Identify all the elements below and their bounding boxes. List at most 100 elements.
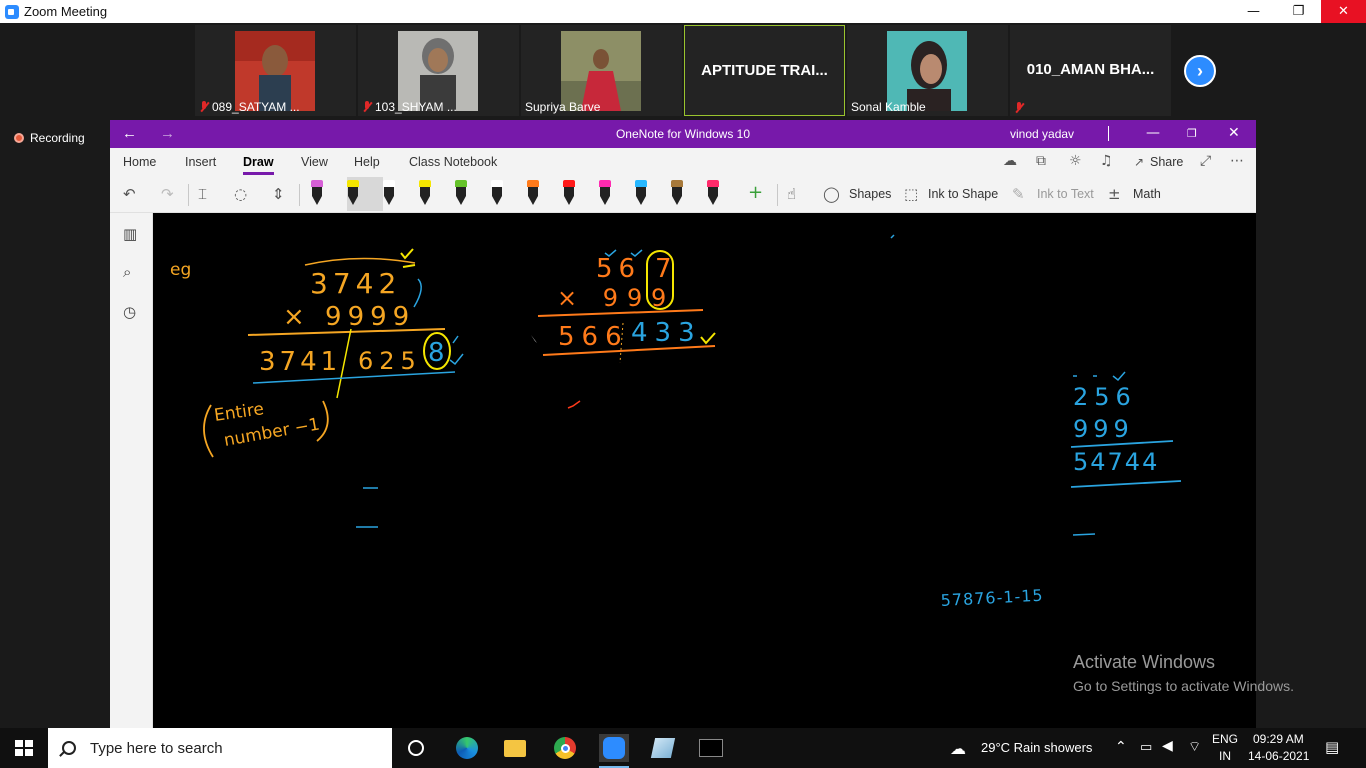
redo-icon[interactable]: ↷ — [161, 185, 174, 203]
search-icon[interactable]: ⌕ — [123, 263, 131, 281]
participant-name: Sonal Kamble — [851, 100, 926, 114]
draw-toolbar: ↶ ↷ ⌶ ◌ ⇕ + ☝ ◯ Shapes ⬚ Ink to Shape ✎ … — [110, 176, 1256, 213]
battery-icon[interactable]: ▭ — [1140, 740, 1152, 768]
recording-indicator[interactable]: Recording — [14, 131, 85, 145]
sync-icon[interactable]: ☁ — [1003, 153, 1017, 169]
windows-start-icon[interactable] — [15, 740, 33, 756]
pen-11[interactable] — [669, 180, 685, 208]
tab-class-notebook[interactable]: Class Notebook — [409, 155, 497, 169]
participant-name: Supriya Barve — [525, 100, 601, 114]
terminal-icon[interactable] — [697, 734, 725, 762]
search-placeholder: Type here to search — [90, 739, 223, 757]
ink-stroke — [567, 400, 581, 409]
shapes-button[interactable]: Shapes — [849, 187, 891, 201]
ink-text: × 9999 — [283, 302, 415, 332]
math-icon[interactable]: ± — [1108, 185, 1121, 203]
ink-text: 3741 — [259, 347, 341, 377]
add-pen-icon[interactable]: + — [748, 182, 763, 203]
tab-home[interactable]: Home — [123, 155, 156, 169]
task-view-icon[interactable] — [402, 734, 430, 762]
ribbon-tabs: Home Insert Draw View Help Class Noteboo… — [110, 148, 1256, 176]
onenote-minimize-button[interactable]: — — [1146, 125, 1160, 141]
ink-to-text-icon[interactable]: ✎ — [1012, 185, 1025, 203]
desktop: Zoom Meeting — ❐ ✕ 089_SATYAM ... 103_SH… — [0, 0, 1366, 768]
notebooks-icon[interactable]: ▥ — [123, 225, 137, 243]
bell-icon[interactable]: ♫ — [1100, 153, 1113, 169]
type-select-icon[interactable]: ⌶ — [198, 185, 207, 203]
shapes-icon[interactable]: ◯ — [823, 185, 840, 203]
participant-tile-active-speaker[interactable]: APTITUDE TRAI... — [684, 25, 845, 116]
chevron-up-icon[interactable]: ⌃ — [1115, 739, 1127, 768]
edge-browser-icon[interactable] — [453, 734, 481, 762]
ink-text: 7 — [655, 254, 672, 284]
navigation-rail: ▥ ⌕ ◷ — [110, 213, 153, 728]
participant-tile[interactable]: 089_SATYAM ... — [195, 25, 356, 116]
participant-tile[interactable]: Sonal Kamble — [847, 25, 1008, 116]
minimize-button[interactable]: — — [1231, 0, 1276, 23]
ink-to-shape-button[interactable]: Ink to Shape — [928, 187, 998, 201]
mouse-cursor-icon — [531, 335, 537, 343]
tab-help[interactable]: Help — [354, 155, 380, 169]
add-space-icon[interactable]: ⇕ — [272, 185, 285, 203]
taskbar: Type here to search ☁ 29°C Rain showers … — [0, 728, 1366, 768]
weather-text[interactable]: 29°C Rain showers — [981, 740, 1092, 768]
math-button[interactable]: Math — [1133, 187, 1161, 201]
fullscreen-icon[interactable]: ⤢ — [1200, 153, 1211, 169]
onenote-restore-button[interactable]: ❐ — [1187, 127, 1197, 140]
page-canvas[interactable]: eg 3742 × 9999 3741 625 8 Entire number … — [153, 213, 1256, 728]
pen-12[interactable] — [705, 180, 721, 208]
pen-7[interactable] — [525, 180, 541, 208]
pages-icon[interactable]: ⧉ — [1036, 153, 1046, 169]
restore-button[interactable]: ❐ — [1276, 0, 1321, 23]
ink-text: Entire — [213, 399, 265, 426]
close-button[interactable]: ✕ — [1321, 0, 1366, 23]
ink-to-text-button[interactable]: Ink to Text — [1037, 187, 1094, 201]
notes-app-icon[interactable] — [649, 734, 677, 762]
pen-3[interactable] — [381, 180, 397, 208]
participant-tile[interactable]: 103_SHYAM ... — [358, 25, 519, 116]
ink-to-shape-icon[interactable]: ⬚ — [904, 185, 918, 203]
recent-icon[interactable]: ◷ — [123, 303, 136, 321]
user-name[interactable]: vinod yadav — [1010, 127, 1074, 141]
ink-text: 9 — [651, 284, 666, 312]
lightbulb-icon[interactable]: ☼ — [1069, 153, 1082, 169]
participant-tile[interactable]: Supriya Barve — [521, 25, 682, 116]
participant-tile[interactable]: 010_AMAN BHA... — [1010, 25, 1171, 116]
taskbar-search[interactable]: Type here to search — [48, 728, 392, 768]
next-page-button[interactable]: › — [1184, 55, 1216, 87]
tab-draw[interactable]: Draw — [243, 155, 274, 175]
participant-name: 089_SATYAM ... — [212, 100, 300, 114]
participant-video — [235, 31, 315, 111]
undo-icon[interactable]: ↶ — [123, 185, 136, 203]
pen-1[interactable] — [309, 180, 325, 208]
pen-6[interactable] — [489, 180, 505, 208]
pen-4[interactable] — [417, 180, 433, 208]
file-explorer-icon[interactable] — [501, 734, 529, 762]
chrome-browser-icon[interactable] — [551, 734, 579, 762]
ink-layer: eg 3742 × 9999 3741 625 8 Entire number … — [170, 234, 1182, 610]
tab-insert[interactable]: Insert — [185, 155, 216, 169]
pen-5[interactable] — [453, 180, 469, 208]
pen-10[interactable] — [633, 180, 649, 208]
lasso-select-icon[interactable]: ◌ — [234, 185, 247, 203]
language-bottom[interactable]: IN — [1219, 749, 1231, 768]
share-icon[interactable]: ↗ — [1134, 155, 1144, 169]
zoom-taskbar-icon[interactable] — [599, 734, 629, 768]
pen-9[interactable] — [597, 180, 613, 208]
weather-icon[interactable]: ☁ — [950, 739, 966, 768]
muted-mic-icon — [362, 101, 372, 113]
touch-draw-icon[interactable]: ☝ — [787, 185, 796, 203]
more-options-icon[interactable]: ⋯ — [1230, 153, 1244, 169]
onenote-close-button[interactable]: ✕ — [1228, 125, 1240, 141]
title-separator — [1108, 126, 1109, 141]
clock-date[interactable]: 14-06-2021 — [1248, 749, 1309, 768]
ink-check — [700, 332, 716, 345]
share-button[interactable]: Share — [1150, 155, 1183, 169]
wifi-icon[interactable]: ⌔ — [1188, 738, 1201, 768]
pen-8[interactable] — [561, 180, 577, 208]
ink-text: 625 — [358, 347, 422, 375]
pen-2[interactable] — [345, 180, 361, 208]
tab-view[interactable]: View — [301, 155, 328, 169]
notifications-icon[interactable]: ▤ — [1325, 738, 1339, 768]
volume-icon[interactable]: ◀ — [1162, 738, 1173, 768]
